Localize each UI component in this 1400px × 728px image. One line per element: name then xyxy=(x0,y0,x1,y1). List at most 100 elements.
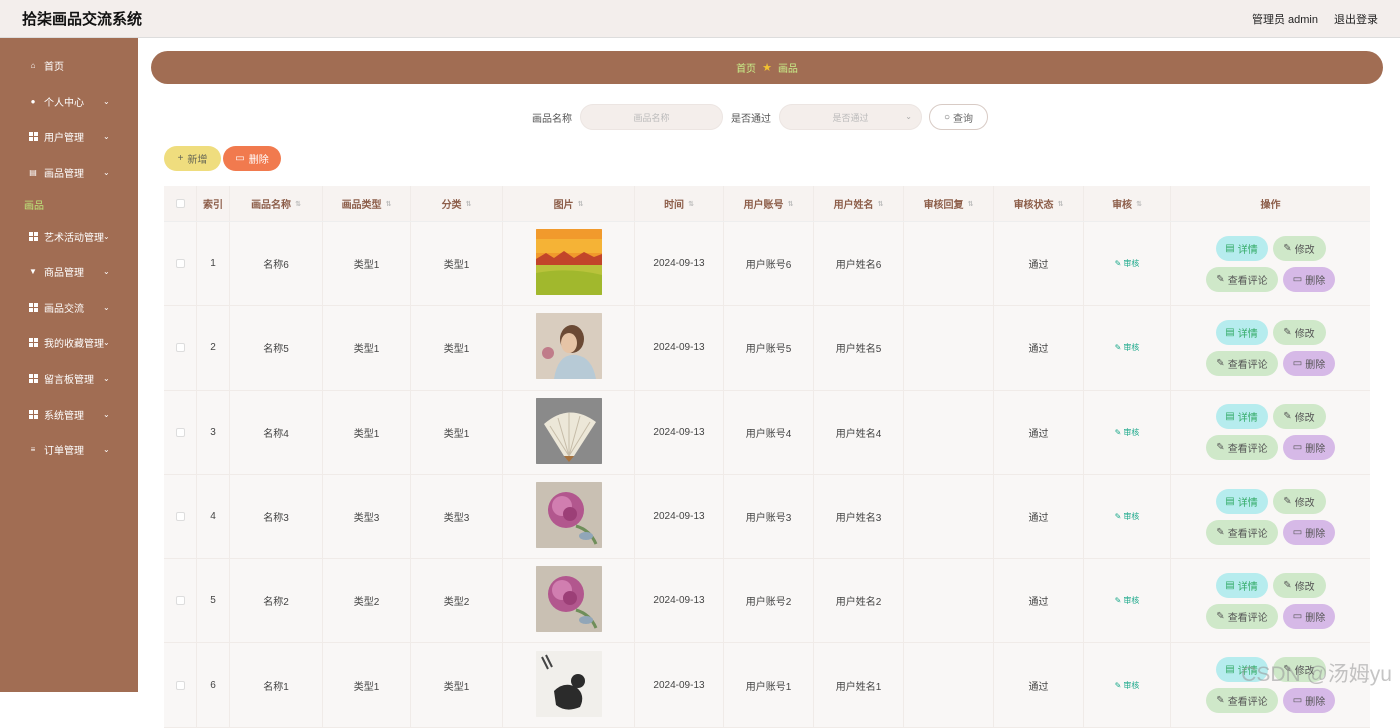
header-category[interactable]: 分类 ⇅ xyxy=(411,186,503,221)
sidebar-item[interactable]: ⌂ 首页 xyxy=(0,48,138,84)
sort-icon: ⇅ xyxy=(787,200,794,208)
sidebar-item[interactable]: ▼ 商品管理 ⌄ xyxy=(0,254,138,290)
painting-thumbnail[interactable] xyxy=(535,229,602,298)
sidebar-item[interactable]: ≡ 订单管理 ⌄ xyxy=(0,432,138,468)
header-type[interactable]: 画品类型 ⇅ xyxy=(323,186,411,221)
cell-audit: ✎ 审核 xyxy=(1084,390,1171,474)
header-username[interactable]: 用户姓名 ⇅ xyxy=(814,186,904,221)
delete-label: 删除 xyxy=(1305,359,1326,371)
comment-label: 查看评论 xyxy=(1227,275,1268,287)
document-icon: ▤ xyxy=(1225,326,1235,338)
header-time[interactable]: 时间 ⇅ xyxy=(635,186,724,221)
detail-button[interactable]: ▤ 详情 xyxy=(1215,319,1268,345)
view-comments-button[interactable]: ✎ 查看评论 xyxy=(1206,603,1278,629)
painting-thumbnail[interactable] xyxy=(535,313,602,382)
breadcrumb-home[interactable]: 首页 xyxy=(736,60,756,75)
header-name[interactable]: 画品名称 ⇅ xyxy=(230,186,323,221)
audit-link[interactable]: ✎ 审核 xyxy=(1115,427,1140,438)
row-checkbox[interactable] xyxy=(175,343,185,353)
cell-text: 6 xyxy=(210,679,216,691)
audit-link[interactable]: ✎ 审核 xyxy=(1115,342,1140,353)
cell-text: 用户姓名5 xyxy=(835,344,882,356)
view-comments-button[interactable]: ✎ 查看评论 xyxy=(1206,435,1278,461)
cell-text: 类型1 xyxy=(353,344,380,356)
sidebar-item-label: 商品管理 xyxy=(44,268,84,280)
audit-link[interactable]: ✎ 审核 xyxy=(1115,511,1140,522)
cell-category: 类型1 xyxy=(411,390,503,474)
header-label: 图片 xyxy=(553,200,574,211)
sidebar-item-label: 画品 xyxy=(24,200,44,212)
bulk-delete-button[interactable]: ▭ 删除 xyxy=(223,146,281,171)
edit-button[interactable]: ✎ 修改 xyxy=(1272,404,1326,430)
row-checkbox[interactable] xyxy=(175,512,185,522)
header-audit[interactable]: 审核 ⇅ xyxy=(1084,186,1171,221)
sidebar-item[interactable]: 画品 xyxy=(0,190,138,218)
sidebar-item[interactable]: 系统管理 ⌄ xyxy=(0,396,138,432)
delete-label: 删除 xyxy=(1305,612,1326,624)
delete-button[interactable]: ▭ 删除 xyxy=(1283,603,1335,629)
row-checkbox[interactable] xyxy=(175,596,185,606)
view-comments-button[interactable]: ✎ 查看评论 xyxy=(1206,519,1278,545)
home-icon: ⌂ xyxy=(30,61,36,71)
row-checkbox[interactable] xyxy=(175,680,185,690)
detail-button[interactable]: ▤ 详情 xyxy=(1215,404,1268,430)
sort-icon: ⇅ xyxy=(385,200,392,208)
sidebar-item[interactable]: 画品交流 ⌄ xyxy=(0,290,138,326)
sidebar-item[interactable]: 我的收藏管理 ⌄ xyxy=(0,325,138,361)
sidebar-item[interactable]: 留言板管理 ⌄ xyxy=(0,361,138,397)
audit-label: 审核 xyxy=(1123,259,1140,269)
name-search-input[interactable]: 画品名称 xyxy=(580,104,723,130)
painting-thumbnail[interactable] xyxy=(535,397,602,467)
sidebar-item[interactable]: ▤ 画品管理 ⌄ xyxy=(0,155,138,191)
view-comments-button[interactable]: ✎ 查看评论 xyxy=(1206,350,1278,376)
detail-button[interactable]: ▤ 详情 xyxy=(1215,235,1268,261)
view-comments-button[interactable]: ✎ 查看评论 xyxy=(1206,266,1278,292)
table-row: 3 名称4 类型1 类型1 2024-09-13 用户账号4 用户姓名4 通过 ✎ 审核 ▤ 详情 ✎ 修… xyxy=(164,390,1370,475)
cell-text: 用户姓名6 xyxy=(835,260,882,272)
cell-status: 通过 xyxy=(994,222,1084,306)
cell-audit: ✎ 审核 xyxy=(1084,474,1171,559)
header-reply[interactable]: 审核回复 ⇅ xyxy=(904,186,994,221)
add-button[interactable]: + 新增 xyxy=(164,146,221,171)
audit-link[interactable]: ✎ 审核 xyxy=(1115,680,1140,691)
audit-link[interactable]: ✎ 审核 xyxy=(1115,258,1140,269)
logout-link[interactable]: 退出登录 xyxy=(1334,11,1378,27)
delete-button[interactable]: ▭ 删除 xyxy=(1283,350,1335,376)
cell-audit: ✎ 审核 xyxy=(1084,222,1171,306)
painting-thumbnail[interactable] xyxy=(535,482,602,551)
painting-thumbnail[interactable] xyxy=(535,566,602,635)
sidebar-item[interactable]: ● 个人中心 ⌄ xyxy=(0,84,138,120)
cell-category: 类型2 xyxy=(411,559,503,643)
header-account[interactable]: 用户账号 ⇅ xyxy=(724,186,814,221)
comment-label: 查看评论 xyxy=(1227,528,1268,540)
delete-label: 删除 xyxy=(1305,528,1326,540)
delete-button[interactable]: ▭ 删除 xyxy=(1283,435,1335,461)
cell-reply xyxy=(904,474,994,559)
edit-button[interactable]: ✎ 修改 xyxy=(1272,319,1326,345)
detail-button[interactable]: ▤ 详情 xyxy=(1215,488,1268,514)
edit-button[interactable]: ✎ 修改 xyxy=(1272,572,1326,598)
cell-text: 类型1 xyxy=(353,681,380,693)
header-image[interactable]: 图片 ⇅ xyxy=(503,186,635,221)
delete-button[interactable]: ▭ 删除 xyxy=(1283,519,1335,545)
row-checkbox[interactable] xyxy=(175,259,185,269)
detail-button[interactable]: ▤ 详情 xyxy=(1215,572,1268,598)
row-select-cell xyxy=(164,390,197,474)
painting-thumbnail[interactable] xyxy=(535,650,602,720)
pass-select[interactable]: 是否通过 ⌄ xyxy=(779,104,922,130)
row-checkbox[interactable] xyxy=(175,427,185,437)
document-icon: ▤ xyxy=(1225,664,1235,676)
select-all-checkbox[interactable] xyxy=(175,199,185,208)
sort-icon: ⇅ xyxy=(1057,200,1064,208)
edit-button[interactable]: ✎ 修改 xyxy=(1272,235,1326,261)
cell-text: 用户姓名1 xyxy=(835,681,882,693)
delete-button[interactable]: ▭ 删除 xyxy=(1283,266,1335,292)
sidebar-item[interactable]: 用户管理 ⌄ xyxy=(0,119,138,155)
cell-username: 用户姓名4 xyxy=(814,390,904,474)
header-status[interactable]: 审核状态 ⇅ xyxy=(994,186,1084,221)
query-button[interactable]: ○ 查询 xyxy=(929,104,988,130)
edit-button[interactable]: ✎ 修改 xyxy=(1272,488,1326,514)
sidebar-item[interactable]: 艺术活动管理 ⌄ xyxy=(0,218,138,254)
sort-icon: ⇅ xyxy=(877,200,884,208)
audit-link[interactable]: ✎ 审核 xyxy=(1115,595,1140,606)
